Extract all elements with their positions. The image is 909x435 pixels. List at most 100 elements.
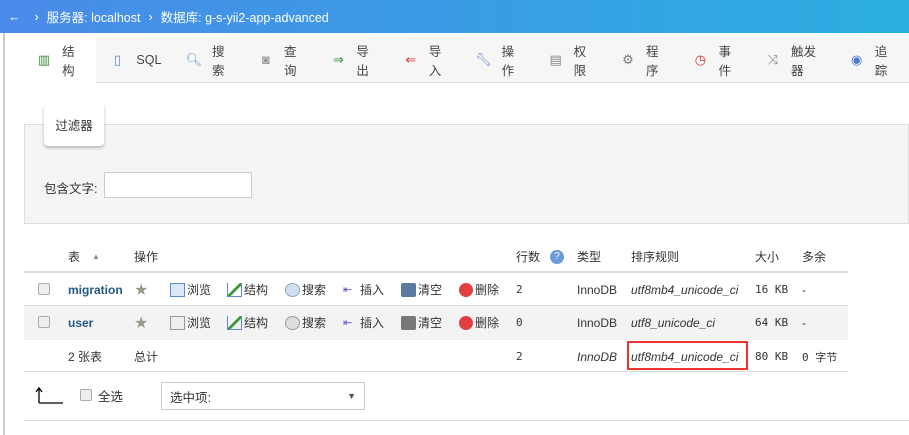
tab-events[interactable]: ◷ 事件 xyxy=(680,37,752,83)
header-collation[interactable]: 排序规则 xyxy=(631,240,679,273)
filter-legend: 过滤器 xyxy=(44,103,104,146)
structure-icon xyxy=(227,315,242,330)
insert-icon: ⇤ xyxy=(343,283,353,296)
total-label: 总计 xyxy=(134,350,159,364)
tab-operations[interactable]: 🔧︎ 操作 xyxy=(463,37,535,83)
routines-icon: ⚙ xyxy=(622,51,634,67)
table-row: migration ★ 浏览 结构 搜索 ⇤ 插入 清空 删除 2 InnoDB … xyxy=(24,273,848,306)
browse-action[interactable]: 浏览 xyxy=(170,306,211,339)
favorite-star-icon[interactable]: ★ xyxy=(134,306,148,339)
tab-bar: ▥ 结构 ▯ SQL 🔍︎ 搜索 ◙ 查询 ⇒ 导出 ⇐ 导入 🔧︎ 操作 ▤ 权限 ⚙ 程序 ◷… xyxy=(24,36,909,83)
divider xyxy=(24,420,909,421)
header-actions: 操作 xyxy=(134,250,159,264)
breadcrumb-server[interactable]: 服务器: localhost xyxy=(47,7,141,26)
total-size: 80 KB xyxy=(755,350,789,363)
filter-text-input[interactable] xyxy=(104,172,252,198)
collation: utf8mb4_unicode_ci xyxy=(631,282,739,297)
tab-query[interactable]: ◙ 查询 xyxy=(246,37,318,83)
tab-label: 导出 xyxy=(356,44,369,78)
tab-export[interactable]: ⇒ 导出 xyxy=(318,37,390,83)
table-count: 2 张表 xyxy=(68,350,103,364)
tab-label: SQL xyxy=(136,52,162,67)
tab-search[interactable]: 🔍︎ 搜索 xyxy=(173,37,245,83)
sql-icon: ▯ xyxy=(113,51,121,67)
insert-action[interactable]: ⇤ 插入 xyxy=(343,273,384,306)
tab-label: 结构 xyxy=(62,44,75,78)
tab-label: 事件 xyxy=(718,44,731,78)
browse-action[interactable]: 浏览 xyxy=(170,273,211,306)
dropdown-value: 选中项: xyxy=(170,390,211,405)
tab-structure[interactable]: ▥ 结构 xyxy=(24,36,97,83)
breadcrumb-bar: ← › 服务器: localhost › 数据库: g-s-yii2-app-a… xyxy=(0,0,909,33)
empty-icon xyxy=(401,282,416,297)
select-all-checkbox[interactable]: 全选 xyxy=(80,380,123,410)
tab-label: 操作 xyxy=(501,44,515,78)
tab-label: 导入 xyxy=(428,44,442,78)
empty-icon xyxy=(401,315,416,330)
table-name-link[interactable]: user xyxy=(68,306,93,339)
empty-action[interactable]: 清空 xyxy=(401,273,442,306)
structure-icon xyxy=(227,282,242,297)
favorite-star-icon[interactable]: ★ xyxy=(134,273,148,306)
header-table[interactable]: 表 ▲ xyxy=(68,240,100,273)
query-icon: ◙ xyxy=(261,52,270,67)
tab-sql[interactable]: ▯ SQL xyxy=(96,37,173,83)
overhead: - xyxy=(802,282,806,297)
tab-triggers[interactable]: ⤨ 触发器 xyxy=(753,37,837,83)
drop-action[interactable]: 删除 xyxy=(459,273,499,306)
tab-import[interactable]: ⇐ 导入 xyxy=(391,37,463,83)
filter-label: 包含文字: xyxy=(44,182,98,196)
chevron-right-icon: › xyxy=(34,9,39,24)
table-name-link[interactable]: migration xyxy=(68,273,123,306)
empty-action[interactable]: 清空 xyxy=(401,306,442,339)
tab-label: 查询 xyxy=(283,44,297,78)
overhead: - xyxy=(802,315,806,330)
engine-type: InnoDB xyxy=(577,315,618,330)
privileges-icon: ▤ xyxy=(549,51,562,67)
eye-icon: ◉ xyxy=(851,51,863,67)
select-all-label: 全选 xyxy=(98,389,124,404)
header-size[interactable]: 大小 xyxy=(755,240,779,273)
structure-action[interactable]: 结构 xyxy=(227,273,268,306)
tab-label: 程序 xyxy=(646,44,659,78)
search-action[interactable]: 搜索 xyxy=(285,306,326,339)
triggers-icon: ⤨ xyxy=(767,51,779,67)
row-count: 2 xyxy=(516,283,523,296)
help-icon[interactable]: ? xyxy=(550,249,565,264)
total-rows: 2 xyxy=(516,350,523,363)
drop-action[interactable]: 删除 xyxy=(459,306,499,339)
insert-action[interactable]: ⇤ 插入 xyxy=(343,306,384,339)
events-icon: ◷ xyxy=(694,51,707,67)
back-arrow-icon[interactable]: ← xyxy=(8,10,21,24)
wrench-icon: 🔧︎ xyxy=(475,51,492,67)
highlight-box xyxy=(627,341,748,370)
search-icon xyxy=(285,282,300,297)
size: 64 KB xyxy=(755,316,789,329)
structure-action[interactable]: 结构 xyxy=(227,306,268,339)
insert-icon: ⇤ xyxy=(343,316,353,329)
tab-label: 触发器 xyxy=(790,44,816,78)
browse-icon xyxy=(170,315,185,330)
header-rows[interactable]: 行数? xyxy=(516,240,565,273)
breadcrumb-database[interactable]: 数据库: g-s-yii2-app-advanced xyxy=(161,7,329,26)
chevron-right-icon: › xyxy=(148,9,153,24)
collation: utf8_unicode_ci xyxy=(631,315,716,330)
search-action[interactable]: 搜索 xyxy=(285,273,326,306)
row-checkbox[interactable] xyxy=(38,316,50,328)
table-row: user ★ 浏览 结构 搜索 ⇤ 插入 清空 删除 0 InnoDB utf8_… xyxy=(24,306,848,339)
header-overhead[interactable]: 多余 xyxy=(802,240,826,273)
with-selected-dropdown[interactable]: 选中项: ▼ xyxy=(161,382,365,410)
tab-label: 搜索 xyxy=(211,44,225,78)
table-header-row: 表 ▲ 操作 行数? 类型 排序规则 大小 多余 xyxy=(24,240,848,273)
structure-icon: ▥ xyxy=(37,51,51,67)
tab-privileges[interactable]: ▤ 权限 xyxy=(536,37,608,83)
divider xyxy=(3,33,5,435)
export-icon: ⇒ xyxy=(332,51,344,67)
tab-routines[interactable]: ⚙ 程序 xyxy=(608,37,680,83)
tab-tracking[interactable]: ◉ 追踪 xyxy=(837,37,909,83)
search-icon: 🔍︎ xyxy=(185,51,202,67)
drop-icon xyxy=(459,282,473,297)
total-overhead: 0 字节 xyxy=(802,350,838,364)
header-type[interactable]: 类型 xyxy=(577,240,601,273)
row-checkbox[interactable] xyxy=(38,283,50,295)
